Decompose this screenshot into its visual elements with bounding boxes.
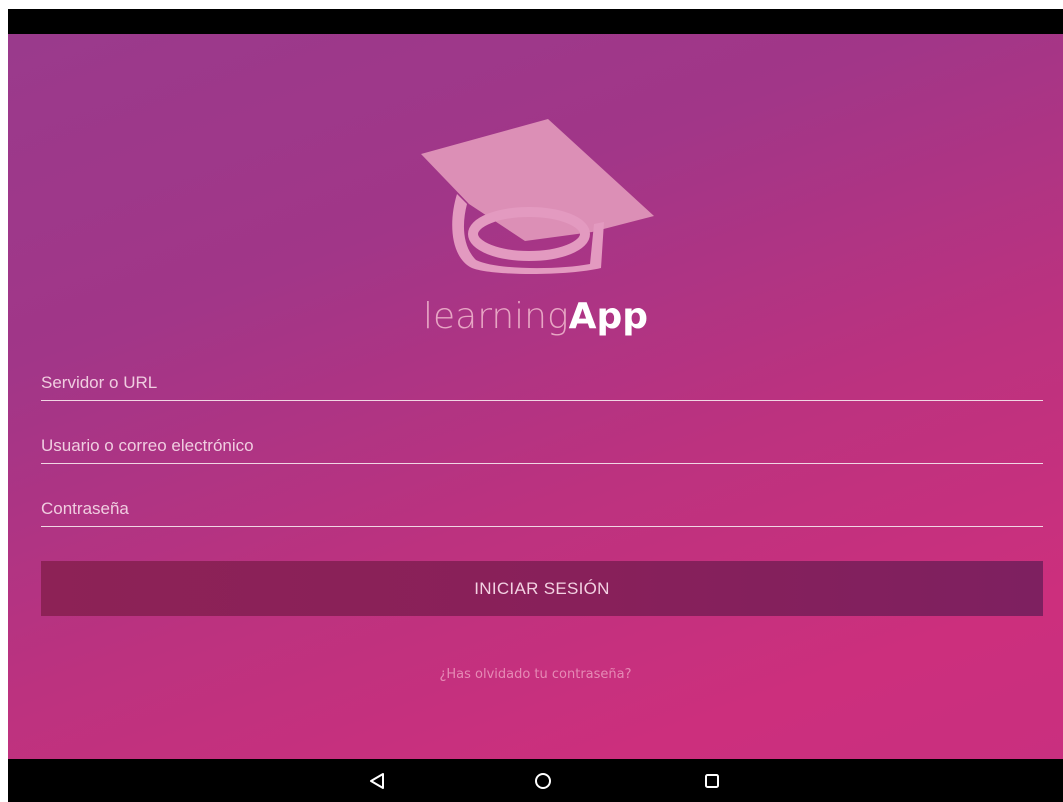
password-field bbox=[41, 492, 1043, 527]
user-input[interactable] bbox=[41, 429, 1043, 463]
forgot-password-link[interactable]: ¿Has olvidado tu contraseña? bbox=[8, 667, 1063, 682]
device-frame: learningApp INICIAR SESIÓN ¿Has olvidado… bbox=[0, 0, 1063, 802]
recent-square-icon bbox=[705, 774, 719, 788]
app-name-light: learning bbox=[422, 296, 569, 337]
status-bar bbox=[8, 9, 1063, 34]
login-button[interactable]: INICIAR SESIÓN bbox=[41, 561, 1043, 616]
graduation-cap-icon bbox=[421, 119, 654, 274]
login-screen: learningApp INICIAR SESIÓN ¿Has olvidado… bbox=[8, 34, 1063, 759]
back-button[interactable] bbox=[362, 767, 392, 795]
recent-apps-button[interactable] bbox=[697, 767, 727, 795]
home-circle-icon bbox=[535, 773, 551, 789]
user-field bbox=[41, 429, 1043, 464]
server-input[interactable] bbox=[41, 366, 1043, 400]
home-button[interactable] bbox=[528, 767, 558, 795]
navigation-bar bbox=[8, 759, 1063, 802]
server-field bbox=[41, 366, 1043, 401]
app-name-bold: App bbox=[568, 296, 649, 337]
back-triangle-icon bbox=[370, 773, 384, 789]
password-input[interactable] bbox=[41, 492, 1043, 526]
app-name: learningApp bbox=[8, 296, 1063, 337]
